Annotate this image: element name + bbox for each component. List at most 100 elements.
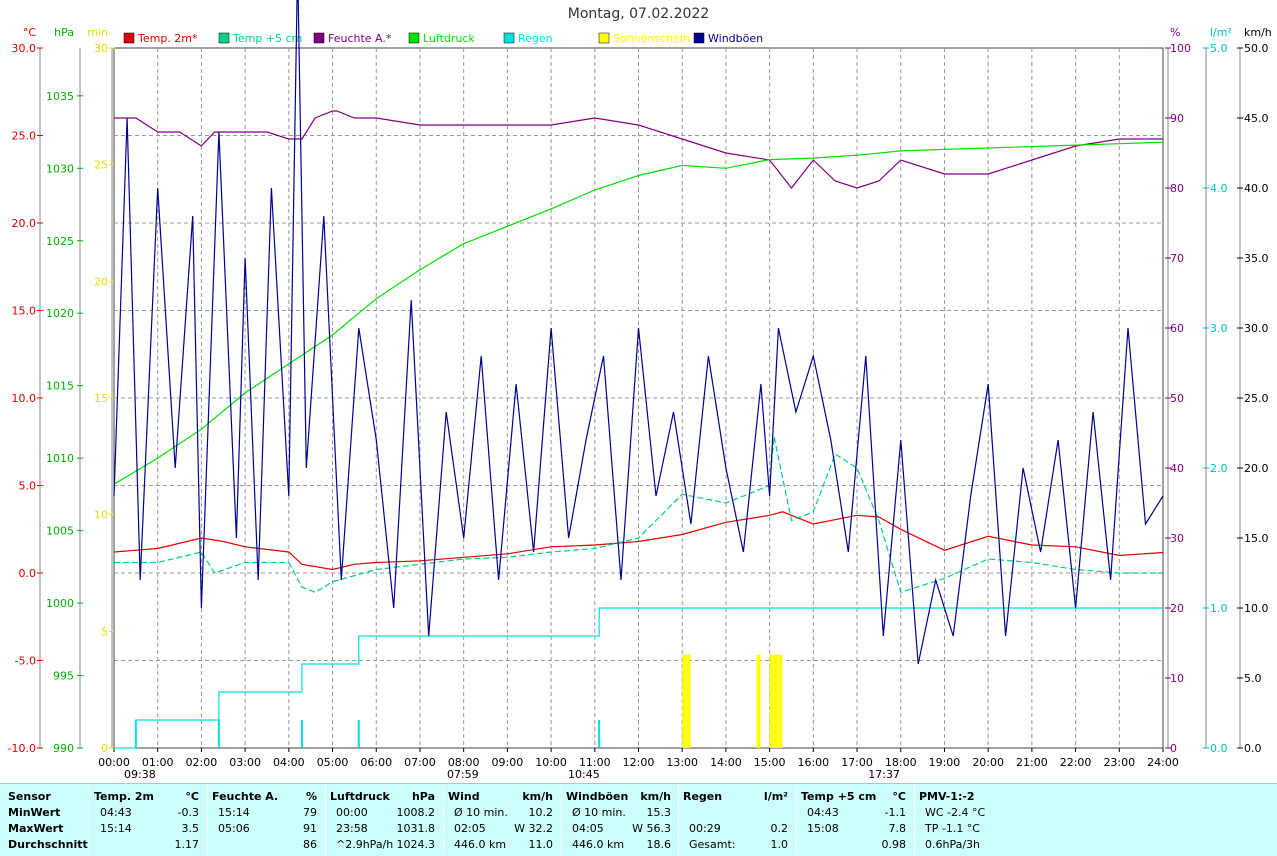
- time-marker-label: 10:45: [568, 768, 600, 781]
- wind-tick-label: 40.0: [1244, 182, 1269, 195]
- pressure-tick-label: 995: [53, 670, 74, 683]
- x-tick-label: 19:00: [929, 756, 961, 769]
- humidity-tick-label: 30: [1170, 532, 1184, 545]
- x-tick-label: 06:00: [360, 756, 392, 769]
- stats-table: Sensor MinWert MaxWert Durchschnitt Temp. 2m…: [0, 783, 1277, 856]
- column-unit: km/h: [522, 790, 553, 803]
- sunshine-bar: [686, 654, 691, 748]
- cell-value: 86: [303, 838, 317, 851]
- legend-swatch: [218, 32, 230, 44]
- x-tick-label: 13:00: [666, 756, 698, 769]
- legend-label: Temp +5 cm: [232, 32, 302, 45]
- humidity-axis-unit: %: [1170, 26, 1180, 39]
- weather-chart: 00:00 01:00 02:00 03:00 04:00 05:00 06:00 07:00…: [8, 0, 1272, 781]
- x-tick-label: 21:00: [1016, 756, 1048, 769]
- temp-tick-label: 30.0: [12, 42, 37, 55]
- sun-tick-label: 30: [94, 42, 108, 55]
- cell-value: 3.5: [181, 822, 200, 835]
- cell-value: 18.6: [646, 838, 672, 851]
- x-tick-label: 07:00: [404, 756, 436, 769]
- humidity-tick-label: 80: [1170, 182, 1184, 195]
- x-tick-label: 15:00: [754, 756, 786, 769]
- humidity-tick-label: 70: [1170, 252, 1184, 265]
- column-separator: [678, 784, 679, 856]
- rain-tick-label: 1.0: [1210, 602, 1228, 615]
- pressure-tick-label: 1025: [46, 235, 74, 248]
- cell-value: W 56.3: [632, 822, 671, 835]
- x-tick-label: 02:00: [186, 756, 218, 769]
- temp-tick-label: 20.0: [12, 217, 37, 230]
- humidity-tick-label: 0: [1170, 742, 1177, 755]
- sun-tick-label: 5: [101, 625, 108, 638]
- column-unit: %: [305, 790, 317, 803]
- x-tick-label: 03:00: [229, 756, 261, 769]
- sunshine-bar: [773, 654, 778, 748]
- x-tick-label: 14:00: [710, 756, 742, 769]
- cell-label: WC -2.4 °C: [925, 806, 986, 819]
- sun-tick-label: 20: [94, 275, 108, 288]
- wind-tick-label: 35.0: [1244, 252, 1269, 265]
- temp-tick-label: 15.0: [12, 305, 37, 318]
- column-unit: hPa: [411, 790, 435, 803]
- legend-label: Regen: [518, 32, 553, 45]
- pressure-tick-label: 1035: [46, 90, 74, 103]
- time-marker-label: 09:38: [124, 768, 156, 781]
- temp-tick-label: 10.0: [12, 392, 37, 405]
- column-separator: [325, 784, 326, 856]
- legend-swatch: [408, 32, 420, 44]
- wind-tick-label: 15.0: [1244, 532, 1269, 545]
- row-label: Durchschnitt: [8, 838, 88, 851]
- sun-tick-label: 15: [94, 392, 108, 405]
- cell-value: 10.2: [528, 806, 554, 819]
- humidity-tick-label: 100: [1170, 42, 1191, 55]
- humidity-tick-label: 90: [1170, 112, 1184, 125]
- wind-tick-label: 25.0: [1244, 392, 1269, 405]
- wind-tick-label: 50.0: [1244, 42, 1269, 55]
- column-separator: [89, 784, 90, 856]
- pressure-tick-label: 1030: [46, 162, 74, 175]
- temp-tick-label: 25.0: [12, 130, 37, 143]
- x-tick-label: 16:00: [797, 756, 829, 769]
- cell-value: 0.98: [881, 838, 907, 851]
- cell-label: TP -1.1 °C: [925, 822, 980, 835]
- column-separator: [561, 784, 562, 856]
- rain-axis-unit: l/m²: [1210, 26, 1232, 39]
- wind-tick-label: 20.0: [1244, 462, 1269, 475]
- cell-value: 91: [303, 822, 317, 835]
- x-tick-label: 22:00: [1060, 756, 1092, 769]
- humidity-tick-label: 20: [1170, 602, 1184, 615]
- x-tick-label: 12:00: [623, 756, 655, 769]
- wind-tick-label: 10.0: [1244, 602, 1269, 615]
- column-separator: [207, 784, 208, 856]
- x-tick-label: 24:00: [1147, 756, 1179, 769]
- cell-value: 1031.8: [396, 822, 436, 835]
- legend-swatch: [503, 32, 515, 44]
- rain-tick-label: 3.0: [1210, 322, 1228, 335]
- temp-axis-unit: °C: [23, 26, 37, 39]
- sun-tick-label: 25: [94, 159, 108, 172]
- cell-value: 7.8: [888, 822, 907, 835]
- temp-tick-label: 0.0: [19, 567, 37, 580]
- temp-tick-label: -5.0: [15, 655, 36, 668]
- column-head: PMV-1:-2: [919, 790, 975, 803]
- pressure-tick-label: 1010: [46, 452, 74, 465]
- cell-value: -0.3: [177, 806, 199, 819]
- row-label: MinWert: [8, 806, 61, 819]
- pressure-axis-unit: hPa: [54, 26, 74, 39]
- row-label: Sensor: [8, 790, 51, 803]
- sun-axis-unit: min: [87, 26, 108, 39]
- rain-tick-label: 2.0: [1210, 462, 1228, 475]
- pressure-tick-label: 1000: [46, 597, 74, 610]
- cell-value: 1008.2: [396, 806, 436, 819]
- x-tick-label: 10:00: [535, 756, 567, 769]
- wind-tick-label: 5.0: [1244, 672, 1262, 685]
- rain-tick-label: 5.0: [1210, 42, 1228, 55]
- cell-value: 0.2: [770, 822, 789, 835]
- legend-swatch: [313, 32, 325, 44]
- wind-tick-label: 30.0: [1244, 322, 1269, 335]
- legend-swatch: [693, 32, 705, 44]
- cell-label: 0.6hPa/3h: [925, 838, 981, 851]
- pressure-tick-label: 1015: [46, 380, 74, 393]
- humidity-tick-label: 40: [1170, 462, 1184, 475]
- x-tick-label: 20:00: [972, 756, 1004, 769]
